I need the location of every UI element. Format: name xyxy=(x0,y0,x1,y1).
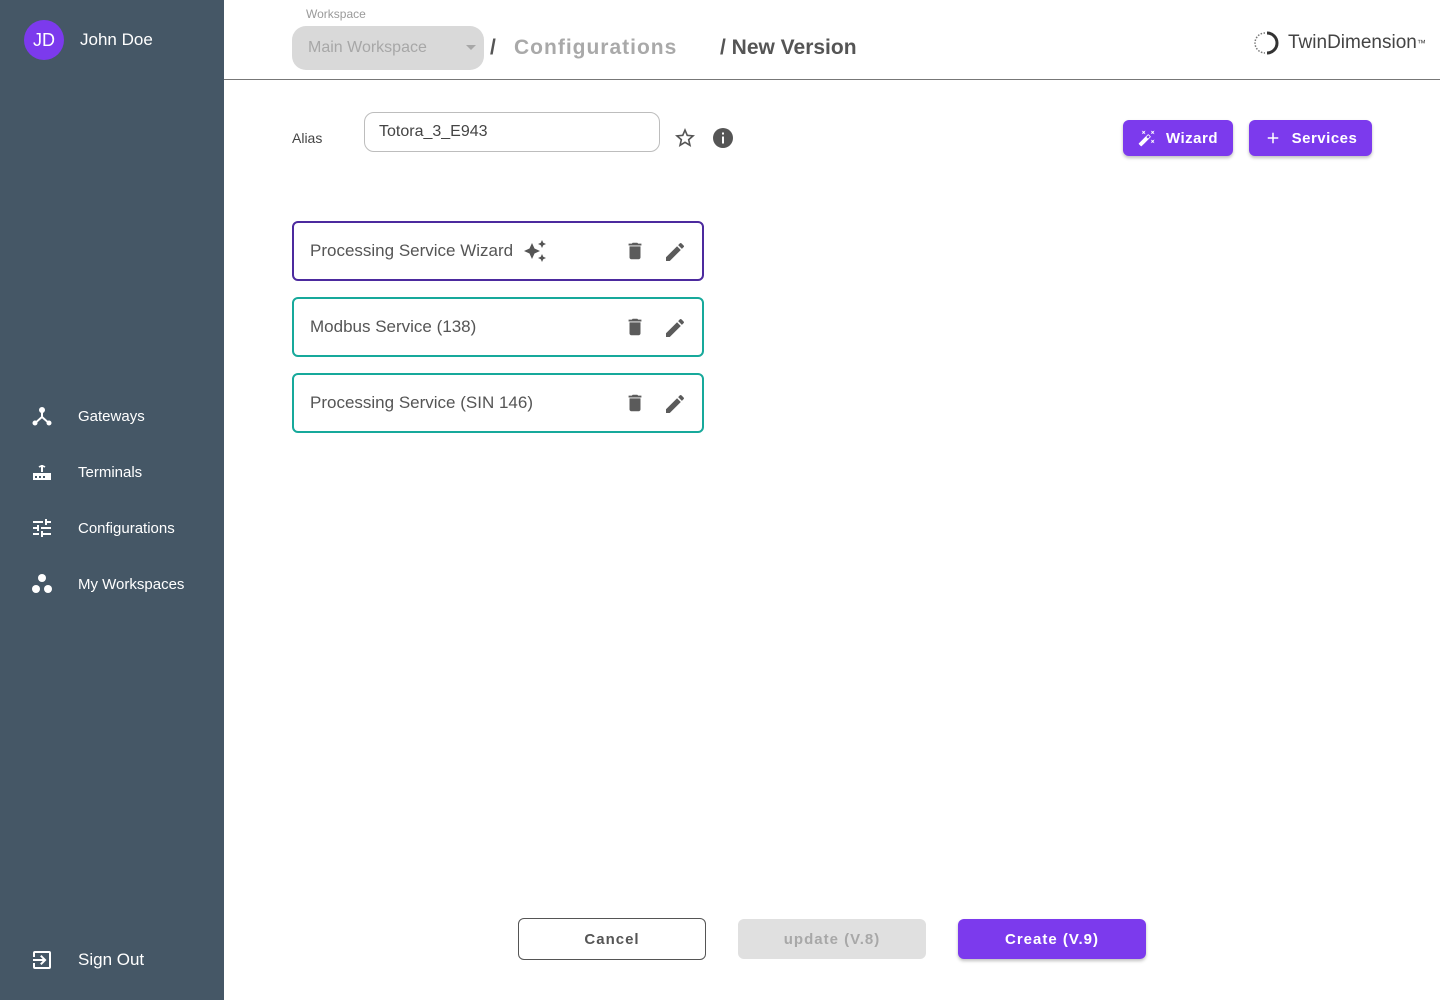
sidebar-item-label: Gateways xyxy=(78,407,145,425)
wizard-button-label: Wizard xyxy=(1165,129,1219,147)
service-card-processing-sin[interactable]: Processing Service (SIN 146) xyxy=(292,373,704,433)
sign-out-label: Sign Out xyxy=(78,950,145,969)
pencil-icon xyxy=(666,318,685,337)
pencil-icon xyxy=(666,242,685,261)
breadcrumb-configurations[interactable]: Configurations xyxy=(514,36,677,60)
sidebar-item-configurations[interactable]: Configurations xyxy=(0,500,224,556)
add-services-button[interactable]: Services xyxy=(1249,120,1372,156)
info-icon xyxy=(713,128,733,148)
logo-trademark: ™ xyxy=(1416,38,1426,48)
service-card-processing-wizard[interactable]: Processing Service Wizard xyxy=(292,221,704,281)
alias-input[interactable] xyxy=(364,112,660,152)
user-name: John Doe xyxy=(80,30,153,49)
create-button[interactable]: Create (V.9) xyxy=(958,919,1146,959)
delete-button[interactable] xyxy=(624,240,646,262)
pencil-icon xyxy=(666,394,685,413)
cancel-button[interactable]: Cancel xyxy=(518,918,706,960)
gateway-icon xyxy=(32,407,52,426)
sidebar-item-label: My Workspaces xyxy=(78,575,185,593)
breadcrumb-current: / New Version xyxy=(720,36,857,59)
avatar[interactable]: JD xyxy=(24,20,64,60)
alias-label: Alias xyxy=(292,130,323,146)
brand-logo: TwinDimension ™ xyxy=(1254,30,1426,56)
sidebar-item-gateways[interactable]: Gateways xyxy=(0,388,224,444)
logo-text: TwinDimension xyxy=(1288,32,1417,53)
sidebar-item-label: Terminals xyxy=(78,463,143,481)
top-header: Workspace Main Workspace / Configuration… xyxy=(224,0,1440,80)
edit-button[interactable] xyxy=(663,240,687,264)
service-card-modbus[interactable]: Modbus Service (138) xyxy=(292,297,704,357)
workspaces-icon xyxy=(32,574,52,593)
delete-button[interactable] xyxy=(624,316,646,338)
edit-button[interactable] xyxy=(663,316,687,340)
sparkle-icon xyxy=(524,240,547,262)
trash-icon xyxy=(628,394,642,412)
trash-icon xyxy=(628,242,642,260)
service-card-label: Processing Service Wizard xyxy=(310,241,514,260)
favorite-button[interactable] xyxy=(673,126,697,150)
workspace-select-value: Main Workspace xyxy=(308,39,427,56)
twindimension-logo-icon xyxy=(1254,31,1279,55)
service-card-label: Modbus Service (138) xyxy=(310,317,477,336)
trash-icon xyxy=(628,318,642,336)
update-button: update (V.8) xyxy=(738,919,926,959)
workspace-label: Workspace xyxy=(306,7,366,21)
sign-out-button[interactable]: Sign Out xyxy=(0,932,224,988)
tune-icon xyxy=(33,519,51,537)
user-profile[interactable]: JD John Doe xyxy=(24,20,153,60)
caret-down-icon xyxy=(466,45,476,50)
sidebar-item-my-workspaces[interactable]: My Workspaces xyxy=(0,556,224,612)
plus-icon xyxy=(1267,132,1278,144)
breadcrumb-separator: / xyxy=(490,36,496,59)
service-card-label: Processing Service (SIN 146) xyxy=(310,393,533,412)
logout-icon xyxy=(33,951,51,969)
wizard-button[interactable]: Wizard xyxy=(1123,120,1233,156)
sidebar-nav: Gateways Terminals Configurations My Wor… xyxy=(0,388,224,612)
delete-button[interactable] xyxy=(624,392,646,414)
services-button-label: Services xyxy=(1291,129,1358,147)
star-outline-icon xyxy=(675,128,695,147)
sidebar: JD John Doe Gateways Terminals Configura… xyxy=(0,0,224,1000)
info-button[interactable] xyxy=(711,126,735,150)
sidebar-item-terminals[interactable]: Terminals xyxy=(0,444,224,500)
router-icon xyxy=(33,465,51,480)
workspace-select[interactable]: Main Workspace xyxy=(292,26,484,70)
sidebar-item-label: Configurations xyxy=(78,519,175,537)
magic-wand-icon xyxy=(1138,130,1155,147)
edit-button[interactable] xyxy=(663,392,687,416)
